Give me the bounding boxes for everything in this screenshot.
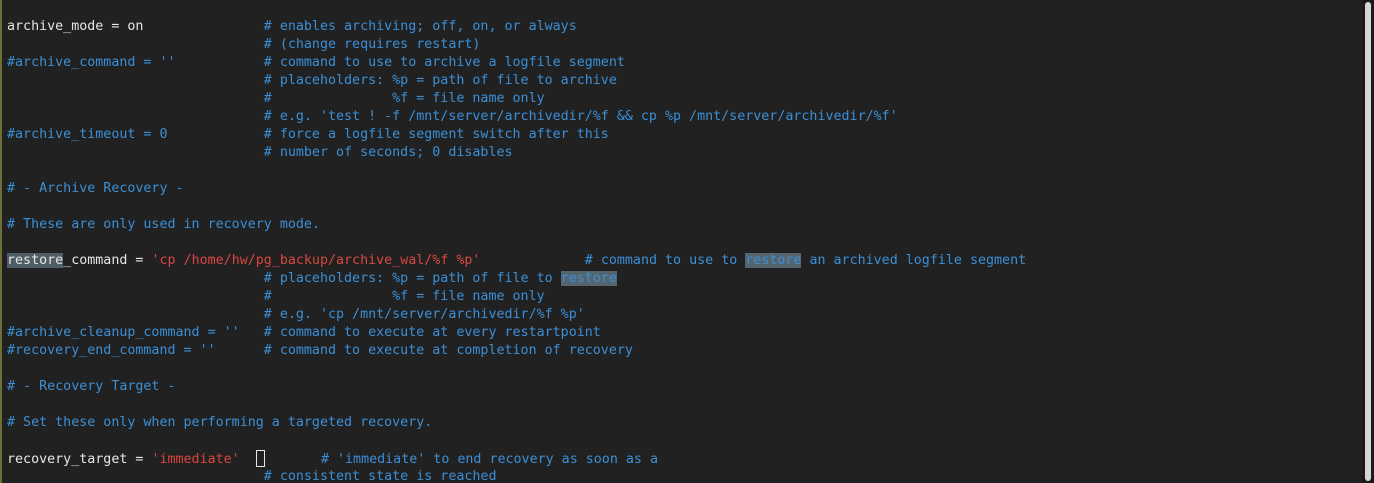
search-highlight: restore <box>560 271 617 286</box>
comment-token: # Set these only when performing a targe… <box>7 415 433 430</box>
code-token: _command = <box>63 253 152 268</box>
search-highlight: restore <box>745 253 802 268</box>
comment-token: # %f = file name only <box>7 91 545 106</box>
line-archive-mode[interactable]: archive_mode = on # enables archiving; o… <box>7 18 1026 36</box>
line-blank-4[interactable] <box>7 360 1026 378</box>
editor-lines[interactable]: archive_mode = on # enables archiving; o… <box>7 18 1026 483</box>
line-consistent-state[interactable]: # consistent state is reached <box>7 468 1026 483</box>
line-blank-6[interactable] <box>7 432 1026 450</box>
comment-token: # %f = file name only <box>7 289 545 304</box>
code-token: archive_mode = on <box>7 19 264 34</box>
string-token: 'immediate' <box>151 452 240 467</box>
line-restore-command[interactable]: restore_command = 'cp /home/hw/pg_backup… <box>7 252 1026 270</box>
line-archive-cleanup-command[interactable]: #archive_cleanup_command = '' # command … <box>7 324 1026 342</box>
line-restore-placeholders[interactable]: # placeholders: %p = path of file to res… <box>7 270 1026 288</box>
comment-token: # enables archiving; off, on, or always <box>263 19 577 34</box>
comment-token: # consistent state is reached <box>7 469 497 483</box>
line-archive-example[interactable]: # e.g. 'test ! -f /mnt/server/archivedir… <box>7 108 1026 126</box>
comment-token: an archived logfile segment <box>801 253 1027 268</box>
line-recovery-mode-note[interactable]: # These are only used in recovery mode. <box>7 216 1026 234</box>
comment-token: # e.g. 'test ! -f /mnt/server/archivedir… <box>7 109 898 124</box>
line-archive-timeout-note[interactable]: # number of seconds; 0 disables <box>7 144 1026 162</box>
line-restore-placeholder-f[interactable]: # %f = file name only <box>7 288 1026 306</box>
comment-token: #archive_timeout = 0 # force a logfile s… <box>7 127 609 142</box>
comment-token: #archive_cleanup_command = '' # command … <box>7 325 601 340</box>
line-blank-2[interactable] <box>7 198 1026 216</box>
scrollbar-thumb[interactable] <box>1365 2 1371 481</box>
comment-token: # - Archive Recovery - <box>7 181 184 196</box>
line-archive-command[interactable]: #archive_command = '' # command to use t… <box>7 54 1026 72</box>
vertical-scrollbar[interactable] <box>1362 0 1374 483</box>
line-archive-timeout[interactable]: #archive_timeout = 0 # force a logfile s… <box>7 126 1026 144</box>
comment-token: # placeholders: %p = path of file to arc… <box>7 73 617 88</box>
line-archive-placeholder-f[interactable]: # %f = file name only <box>7 90 1026 108</box>
comment-token: #archive_command = '' # command to use t… <box>7 55 625 70</box>
line-archive-mode-note[interactable]: # (change requires restart) <box>7 36 1026 54</box>
line-archive-placeholders[interactable]: # placeholders: %p = path of file to arc… <box>7 72 1026 90</box>
line-restore-example[interactable]: # e.g. 'cp /mnt/server/archivedir/%f %p' <box>7 306 1026 324</box>
line-blank-3[interactable] <box>7 234 1026 252</box>
text-cursor <box>255 450 265 467</box>
string-token: 'cp /home/hw/pg_backup/archive_wal/%f %p… <box>151 253 481 268</box>
comment-token: # command to use to <box>584 253 746 268</box>
search-highlight: restore <box>7 253 64 268</box>
text-editor[interactable]: archive_mode = on # enables archiving; o… <box>0 0 1362 483</box>
code-token: recovery_target = <box>7 452 152 467</box>
comment-token: # 'immediate' to end recovery as soon as… <box>320 452 658 467</box>
comment-token: # number of seconds; 0 disables <box>7 145 513 160</box>
comment-token: # placeholders: %p = path of file to <box>7 271 561 286</box>
comment-token: #recovery_end_command = '' # command to … <box>7 343 633 358</box>
line-blank-1[interactable] <box>7 162 1026 180</box>
comment-token: # - Recovery Target - <box>7 379 176 394</box>
line-recovery-target[interactable]: recovery_target = 'immediate' # 'immedia… <box>7 450 1026 468</box>
line-recovery-end-command[interactable]: #recovery_end_command = '' # command to … <box>7 342 1026 360</box>
line-targeted-recovery-note[interactable]: # Set these only when performing a targe… <box>7 414 1026 432</box>
comment-token: # e.g. 'cp /mnt/server/archivedir/%f %p' <box>7 307 585 322</box>
line-recovery-target-header[interactable]: # - Recovery Target - <box>7 378 1026 396</box>
line-archive-recovery-header[interactable]: # - Archive Recovery - <box>7 180 1026 198</box>
comment-token: # These are only used in recovery mode. <box>7 217 320 232</box>
line-blank-5[interactable] <box>7 396 1026 414</box>
comment-token: # (change requires restart) <box>7 37 481 52</box>
